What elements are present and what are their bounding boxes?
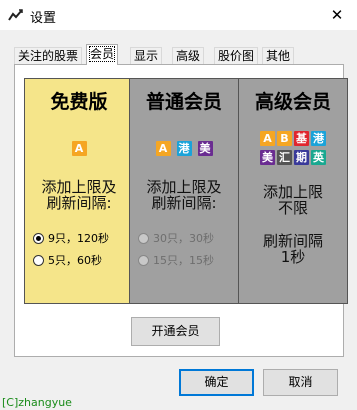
tab-display[interactable]: 显示	[130, 47, 163, 64]
normal-market-badges: A港美	[130, 141, 238, 156]
free-limit-description: 添加上限及 刷新间隔:	[41, 178, 117, 212]
free-market-badges: A	[25, 141, 133, 156]
normal-option-15[interactable]: 15只，15秒	[138, 252, 214, 268]
chart-line-icon	[8, 9, 23, 21]
a-share-badge: A	[155, 141, 171, 156]
futures-badge: 期	[294, 150, 309, 165]
window-title: 设置	[30, 11, 57, 26]
radio-button[interactable]	[138, 254, 149, 266]
fund-badge: 基	[294, 131, 309, 146]
close-button[interactable]: ✕	[317, 0, 357, 30]
free-option-5[interactable]: 5只，60秒	[33, 252, 102, 268]
tab-other[interactable]: 其他	[262, 47, 295, 64]
premium-refresh-text: 刷新间隔 1秒	[262, 232, 323, 266]
radio-button[interactable]	[33, 232, 44, 244]
hk-badge: 港	[311, 131, 326, 146]
close-icon: ✕	[330, 6, 344, 24]
membership-panel: 免费版 A 添加上限及 刷新间隔: 9只，120秒 5只，60秒 普通会员 A港…	[14, 64, 348, 357]
us-badge: 美	[260, 150, 275, 165]
radio-button[interactable]	[33, 254, 44, 266]
premium-market-badges-row1: AB基港	[239, 131, 347, 146]
free-option-9[interactable]: 9只，120秒	[33, 230, 109, 246]
title-bar: 设置 ✕	[0, 0, 357, 30]
premium-plan-title: 高级会员	[254, 91, 331, 113]
premium-plan-card: 高级会员 AB基港 美汇期英 添加上限 不限 刷新间隔 1秒	[238, 78, 348, 304]
a-share-badge: A	[71, 141, 87, 156]
free-plan-title: 免费版	[50, 91, 108, 113]
ok-button[interactable]: 确定	[179, 369, 254, 396]
premium-market-badges-row2: 美汇期英	[239, 150, 347, 165]
tab-membership[interactable]: 会员	[86, 44, 119, 65]
tab-advanced[interactable]: 高级	[172, 47, 205, 64]
hk-badge: 港	[176, 141, 192, 156]
normal-plan-card: 普通会员 A港美 添加上限及 刷新间隔: 30只，30秒 15只，15秒	[129, 78, 239, 304]
tab-watchlist[interactable]: 关注的股票	[14, 47, 83, 64]
b-share-badge: B	[277, 131, 292, 146]
footer-credit: [C]zhangyue	[2, 396, 72, 409]
premium-limit-text: 添加上限 不限	[262, 183, 323, 217]
free-plan-card: 免费版 A 添加上限及 刷新间隔: 9只，120秒 5只，60秒	[24, 78, 134, 304]
open-membership-button[interactable]: 开通会员	[131, 317, 220, 346]
radio-button[interactable]	[138, 232, 149, 244]
tab-stock-chart[interactable]: 股价图	[214, 47, 259, 64]
forex-badge: 汇	[277, 150, 292, 165]
normal-limit-description: 添加上限及 刷新间隔:	[146, 178, 222, 212]
cancel-button[interactable]: 取消	[263, 369, 338, 396]
us-badge: 美	[197, 141, 213, 156]
normal-option-30[interactable]: 30只，30秒	[138, 230, 214, 246]
uk-badge: 英	[311, 150, 326, 165]
a-share-badge: A	[260, 131, 275, 146]
normal-plan-title: 普通会员	[145, 91, 222, 113]
